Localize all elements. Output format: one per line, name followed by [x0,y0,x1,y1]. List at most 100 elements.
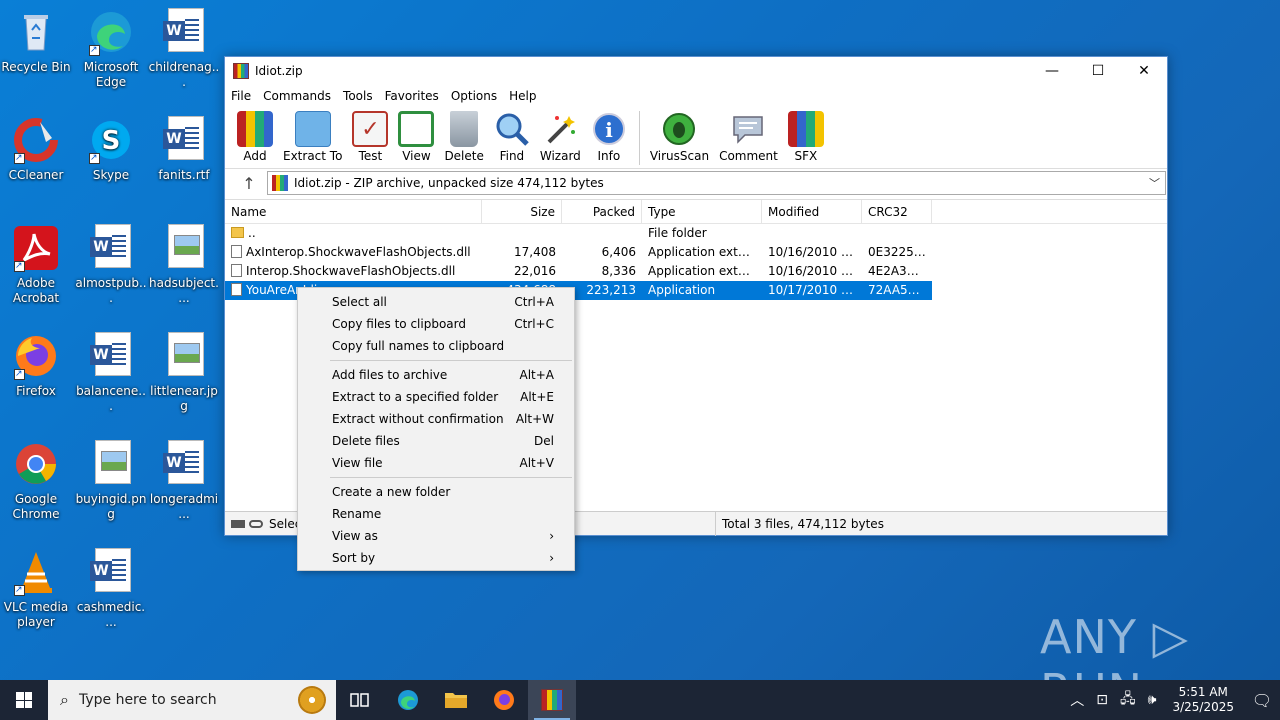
table-row[interactable]: Interop.ShockwaveFlashObjects.dll 22,016… [225,262,1167,281]
title-bar[interactable]: Idiot.zip — ☐ ✕ [225,57,1167,85]
desktop-icon-recycle-bin[interactable]: Recycle Bin [0,8,72,75]
toolbar-label: Find [499,149,525,163]
column-type[interactable]: Type [642,200,762,223]
desktop-icon-ccleaner[interactable]: CCleaner [0,116,72,183]
menu-commands[interactable]: Commands [263,89,331,103]
chevron-up-icon[interactable]: ︿ [1070,690,1084,710]
desktop-icon-longeradmi[interactable]: W longeradmi... [148,440,220,522]
up-arrow-icon[interactable]: ↑ [231,174,267,193]
menu-item-extract-without-confirmation[interactable]: Extract without confirmation Alt+W [298,408,574,430]
desktop-icon-almostpub[interactable]: W almostpub... [75,224,147,306]
wizard-button[interactable]: Wizard [536,111,585,163]
extract-to-button[interactable]: Extract To [279,111,346,163]
volume-icon[interactable]: 🕪 [1148,692,1157,708]
table-row[interactable]: .. File folder [225,224,1167,243]
bug-scan-icon [661,111,697,147]
search-icon: ⌕ [60,690,69,709]
menu-file[interactable]: File [231,89,251,103]
recycle-bin-icon [12,8,60,56]
menu-item-copy-files[interactable]: Copy files to clipboard Ctrl+C [298,313,574,335]
menu-favorites[interactable]: Favorites [385,89,439,103]
find-button[interactable]: Find [490,111,534,163]
taskbar-winrar[interactable] [528,680,576,720]
extract-folder-icon [294,111,331,147]
archive-path-dropdown[interactable]: Idiot.zip - ZIP archive, unpacked size 4… [267,171,1166,195]
menu-item-shortcut: Alt+V [519,456,554,470]
desktop-icon-label: buyingid.png [75,492,147,521]
desktop-icon-childrenag[interactable]: W childrenag... [148,8,220,90]
menu-item-view-as[interactable]: View as › [298,525,574,547]
desktop-icon-label: Recycle Bin [1,60,71,74]
desktop-icon-label: cashmedic.... [76,600,146,629]
info-button[interactable]: i Info [587,111,631,163]
toolbar-label: VirusScan [649,149,710,163]
file-size: 17,408 [514,245,556,259]
menu-item-label: Delete files [332,434,400,448]
clock[interactable]: 5:51 AM 3/25/2025 [1172,685,1234,715]
file-modified: 10/16/2010 5:1... [768,264,862,278]
desktop-icon-fanits[interactable]: W fanits.rtf [148,116,220,183]
file-type: File folder [648,226,707,240]
delete-button[interactable]: Delete [440,111,487,163]
menu-options[interactable]: Options [451,89,497,103]
file-packed: 6,406 [601,245,636,259]
desktop-icon-buyingid[interactable]: buyingid.png [75,440,147,522]
sfx-box-icon [787,111,824,147]
close-button[interactable]: ✕ [1121,57,1167,85]
menu-item-delete-files[interactable]: Delete files Del [298,430,574,452]
firefox-icon [12,332,60,382]
virusscan-button[interactable]: VirusScan [646,111,713,163]
file-crc: 0E322587 [868,245,930,259]
add-archive-icon [237,111,273,147]
menu-item-view-file[interactable]: View file Alt+V [298,452,574,474]
menu-item-shortcut: Ctrl+C [514,317,554,331]
meet-now-icon[interactable]: ⊡ [1096,692,1108,708]
menu-item-select-all[interactable]: Select all Ctrl+A [298,291,574,313]
desktop-icon-edge[interactable]: Microsoft Edge [75,8,147,90]
desktop-icon-balancene[interactable]: W balancene... [75,332,147,414]
chevron-down-icon[interactable]: ﹀ [1149,175,1165,191]
column-crc32[interactable]: CRC32 [862,200,932,223]
column-size[interactable]: Size [482,200,562,223]
desktop-icon-cashmedic[interactable]: W cashmedic.... [75,548,147,630]
svg-text:i: i [605,118,613,142]
desktop-icon-littlenear[interactable]: littlenear.jpg [148,332,220,414]
taskbar-firefox[interactable] [480,680,528,720]
column-name[interactable]: Name [225,200,482,223]
skype-icon: S [87,116,135,166]
comment-button[interactable]: Comment [715,111,782,163]
minimize-button[interactable]: — [1029,57,1075,85]
desktop-icon-adobe-acrobat[interactable]: Adobe Acrobat [0,224,72,306]
trash-icon [450,111,479,147]
menu-tools[interactable]: Tools [343,89,373,103]
test-button[interactable]: ✓ Test [348,111,392,163]
network-icon[interactable]: 🖧 [1120,688,1136,712]
menu-item-sort-by[interactable]: Sort by › [298,547,574,569]
notification-icon[interactable]: 🗨 [1244,691,1280,710]
desktop-icon-skype[interactable]: S Skype [75,116,147,183]
desktop-icon-vlc[interactable]: VLC media player [0,548,72,630]
maximize-button[interactable]: ☐ [1075,57,1121,85]
menu-item-copy-full-names[interactable]: Copy full names to clipboard [298,335,574,357]
start-button[interactable] [0,680,48,720]
desktop-icon-hadsubject[interactable]: hadsubject.... [148,224,220,306]
view-button[interactable]: View [394,111,438,163]
task-view-button[interactable] [336,680,384,720]
table-row[interactable]: AxInterop.ShockwaveFlashObjects.dll 17,4… [225,243,1167,262]
desktop-icon-firefox[interactable]: Firefox [0,332,72,399]
column-modified[interactable]: Modified [762,200,862,223]
menu-item-shortcut: Alt+A [519,368,554,382]
taskbar-edge[interactable] [384,680,432,720]
file-name: AxInterop.ShockwaveFlashObjects.dll [246,245,471,259]
taskbar-search[interactable]: ⌕ Type here to search [48,680,336,720]
menu-help[interactable]: Help [509,89,536,103]
taskbar-file-explorer[interactable] [432,680,480,720]
menu-item-add-files[interactable]: Add files to archive Alt+A [298,364,574,386]
menu-item-extract-to[interactable]: Extract to a specified folder Alt+E [298,386,574,408]
menu-item-new-folder[interactable]: Create a new folder [298,481,574,503]
menu-item-rename[interactable]: Rename [298,503,574,525]
column-packed[interactable]: Packed [562,200,642,223]
sfx-button[interactable]: SFX [784,111,828,163]
add-button[interactable]: Add [233,111,277,163]
desktop-icon-chrome[interactable]: Google Chrome [0,440,72,522]
